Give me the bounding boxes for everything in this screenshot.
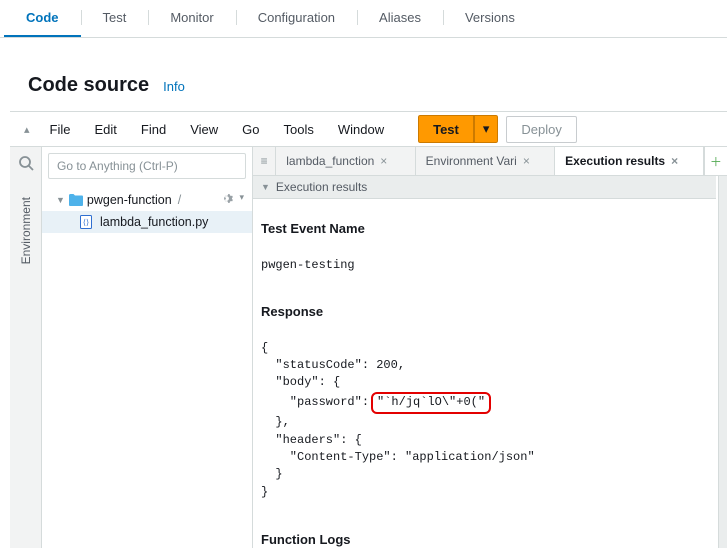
tab-test[interactable]: Test — [81, 0, 149, 37]
editor-tab-label: Execution results — [565, 154, 665, 168]
editor-tab-label: lambda_function — [286, 154, 374, 168]
menu-view[interactable]: View — [178, 122, 230, 137]
gear-icon[interactable] — [220, 192, 233, 208]
password-value-highlight: "`h/jq`lO\"+0(" — [371, 392, 491, 414]
omnisearch-input[interactable]: Go to Anything (Ctrl-P) — [48, 153, 246, 179]
tree-file-name: lambda_function.py — [100, 215, 208, 229]
tab-configuration[interactable]: Configuration — [236, 0, 357, 37]
response-line: "statusCode": 200, — [261, 358, 405, 372]
tree-file-row[interactable]: ⟨⟩ lambda_function.py — [42, 211, 252, 233]
chevron-down-icon: ▾ — [483, 121, 490, 136]
response-line: } — [261, 467, 283, 481]
info-link[interactable]: Info — [163, 79, 185, 94]
left-rail: Environment — [10, 147, 42, 548]
menu-file[interactable]: File — [38, 122, 83, 137]
search-icon[interactable] — [16, 153, 36, 173]
response-line: }, — [261, 415, 290, 429]
label-function-logs: Function Logs — [261, 531, 708, 548]
label-test-event-name: Test Event Name — [261, 220, 708, 239]
response-line: } — [261, 485, 268, 499]
menu-caret-icon[interactable]: ▾ — [239, 192, 244, 208]
response-line: "body": { — [261, 375, 340, 389]
results-header-label: Execution results — [276, 180, 367, 194]
editor-area: ≡ lambda_function × Environment Vari × E… — [253, 147, 727, 548]
plus-icon: ＋ — [710, 153, 722, 170]
menu-window[interactable]: Window — [326, 122, 396, 137]
editor-tab-add[interactable]: ＋ — [704, 147, 727, 175]
test-event-name: pwgen-testing — [261, 258, 355, 272]
menu-tools[interactable]: Tools — [271, 122, 325, 137]
tab-aliases[interactable]: Aliases — [357, 0, 443, 37]
menu-go[interactable]: Go — [230, 122, 271, 137]
menu-icon: ≡ — [261, 154, 268, 168]
file-icon: ⟨⟩ — [80, 215, 92, 229]
editor-tab-label: Environment Vari — [426, 154, 517, 168]
page-tabs: Code Test Monitor Configuration Aliases … — [0, 0, 727, 38]
editor-tabs: ≡ lambda_function × Environment Vari × E… — [253, 147, 727, 176]
close-icon[interactable]: × — [523, 154, 530, 168]
ide: ▴ File Edit Find View Go Tools Window Te… — [10, 111, 727, 548]
response-line: "headers": { — [261, 433, 362, 447]
test-button[interactable]: Test — [418, 115, 474, 143]
menubar: ▴ File Edit Find View Go Tools Window Te… — [10, 112, 727, 147]
deploy-button: Deploy — [506, 116, 576, 143]
section-heading: Code source Info — [0, 38, 727, 111]
file-tree: ▼ pwgen-function / ▾ ⟨⟩ — [42, 183, 252, 233]
results-body: Test Event Name pwgen-testing Response {… — [253, 199, 716, 548]
ide-body: Environment Go to Anything (Ctrl-P) ▼ pw… — [10, 147, 727, 548]
scrollbar-vertical[interactable] — [718, 176, 727, 548]
editor-tab-menu[interactable]: ≡ — [253, 147, 276, 175]
menu-find[interactable]: Find — [129, 122, 178, 137]
chevron-down-icon: ▼ — [56, 195, 65, 205]
rail-environment-label[interactable]: Environment — [19, 197, 33, 264]
results-header[interactable]: ▼ Execution results — [253, 176, 716, 199]
chevron-down-icon: ▼ — [261, 182, 270, 192]
editor-tab-lambda[interactable]: lambda_function × — [276, 147, 415, 175]
folder-suffix: / — [178, 193, 181, 207]
page-title: Code source — [28, 74, 149, 97]
collapse-up-icon[interactable]: ▴ — [24, 123, 30, 136]
file-explorer: Go to Anything (Ctrl-P) ▼ pwgen-function… — [42, 147, 253, 548]
tab-versions[interactable]: Versions — [443, 0, 537, 37]
menu-edit[interactable]: Edit — [82, 122, 128, 137]
test-button-group: Test ▾ — [418, 115, 498, 143]
editor-tab-env[interactable]: Environment Vari × — [416, 147, 555, 175]
test-button-caret[interactable]: ▾ — [474, 115, 499, 143]
close-icon[interactable]: × — [671, 154, 678, 168]
close-icon[interactable]: × — [380, 154, 387, 168]
svg-text:⟨⟩: ⟨⟩ — [83, 218, 89, 227]
editor-tab-exec-results[interactable]: Execution results × — [555, 147, 704, 175]
label-response: Response — [261, 303, 708, 322]
folder-icon — [69, 194, 83, 206]
omnisearch-placeholder: Go to Anything (Ctrl-P) — [57, 159, 178, 173]
response-line: "Content-Type": "application/json" — [261, 450, 535, 464]
tree-folder-name: pwgen-function — [87, 193, 172, 207]
tab-code[interactable]: Code — [4, 0, 81, 37]
response-password-line: "password":"`h/jq`lO\"+0(" — [261, 395, 491, 409]
response-line: { — [261, 341, 268, 355]
tab-monitor[interactable]: Monitor — [148, 0, 235, 37]
tree-folder-row[interactable]: ▼ pwgen-function / ▾ — [42, 189, 252, 211]
